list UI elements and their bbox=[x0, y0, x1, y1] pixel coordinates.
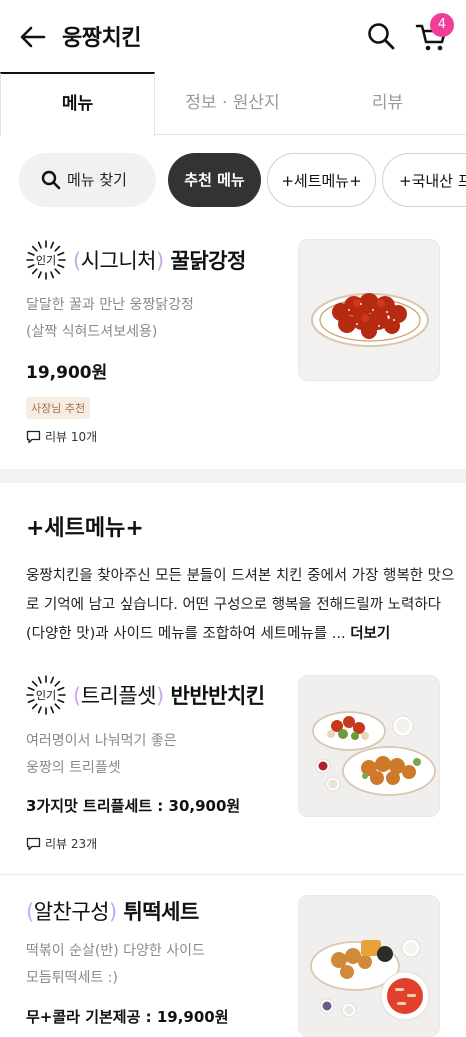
item-name: (트리플셋) 반반반치킨 bbox=[73, 684, 265, 708]
menu-search-label: 메뉴 찾기 bbox=[67, 171, 127, 189]
review-count: 리뷰 10개 bbox=[26, 428, 97, 445]
back-arrow-icon[interactable] bbox=[18, 22, 48, 52]
chip-domestic[interactable]: +국내산 프 bbox=[382, 153, 466, 207]
tab-reviews[interactable]: 리뷰 bbox=[310, 72, 465, 135]
chip-recommended[interactable]: 추천 메뉴 bbox=[168, 153, 261, 207]
dakgangjeong-plate-illustration bbox=[299, 240, 439, 380]
triple-set-illustration bbox=[299, 676, 439, 816]
item-separator bbox=[0, 874, 466, 875]
section-title: +세트메뉴+ bbox=[26, 516, 144, 541]
item-description: 달달한 꿀과 만난 웅짱닭강정 (살짝 식혀드셔보세용) bbox=[26, 297, 194, 340]
section-divider bbox=[0, 469, 466, 483]
search-icon[interactable] bbox=[366, 21, 396, 51]
chip-set-menu[interactable]: +세트메뉴+ bbox=[267, 153, 376, 207]
owner-recommend-tag: 사장님 추천 bbox=[26, 397, 91, 419]
item-photo bbox=[298, 675, 440, 817]
tab-bar: 메뉴 정보 · 원산지 리뷰 bbox=[0, 72, 466, 136]
popular-label: 인기 bbox=[35, 689, 57, 702]
cart-count-badge: 4 bbox=[430, 13, 454, 37]
item-price: 19,900원 bbox=[26, 363, 108, 383]
review-count: 리뷰 23개 bbox=[26, 835, 97, 852]
item-description: 떡볶이 순살(반) 다양한 사이드 모듬튀떡세트 :) bbox=[26, 943, 205, 986]
item-name: (시그니처) 꿀닭강정 bbox=[73, 249, 246, 273]
popular-label: 인기 bbox=[35, 254, 57, 267]
search-icon bbox=[41, 170, 61, 190]
item-description: 여러명이서 나눠먹기 좋은 웅짱의 트리플셋 bbox=[26, 733, 177, 776]
section-description: 웅짱치킨을 찾아주신 모든 분들이 드셔본 치킨 중에서 가장 행복한 맛으로 … bbox=[26, 568, 455, 642]
tab-menu[interactable]: 메뉴 bbox=[0, 72, 155, 136]
comment-icon bbox=[26, 430, 41, 444]
popular-badge: 인기 bbox=[24, 238, 68, 282]
item-price: 무+콜라 기본제공 : 19,900원 bbox=[26, 1008, 229, 1026]
item-name: (알찬구성) 튀떡세트 bbox=[26, 900, 199, 924]
menu-search-button[interactable]: 메뉴 찾기 bbox=[19, 153, 156, 207]
item-price: 3가지맛 트리플세트 : 30,900원 bbox=[26, 797, 241, 815]
category-chips: 메뉴 찾기 추천 메뉴 +세트메뉴+ +국내산 프 bbox=[0, 153, 466, 209]
twitteok-set-illustration bbox=[299, 896, 439, 1036]
top-header: 웅짱치킨 4 bbox=[0, 0, 466, 72]
more-link[interactable]: 더보기 bbox=[350, 626, 390, 642]
comment-icon bbox=[26, 837, 41, 851]
item-photo bbox=[298, 895, 440, 1037]
popular-badge: 인기 bbox=[24, 673, 68, 717]
store-title: 웅짱치킨 bbox=[62, 26, 141, 51]
tab-info-origin[interactable]: 정보 · 원산지 bbox=[155, 72, 310, 135]
item-photo bbox=[298, 239, 440, 381]
